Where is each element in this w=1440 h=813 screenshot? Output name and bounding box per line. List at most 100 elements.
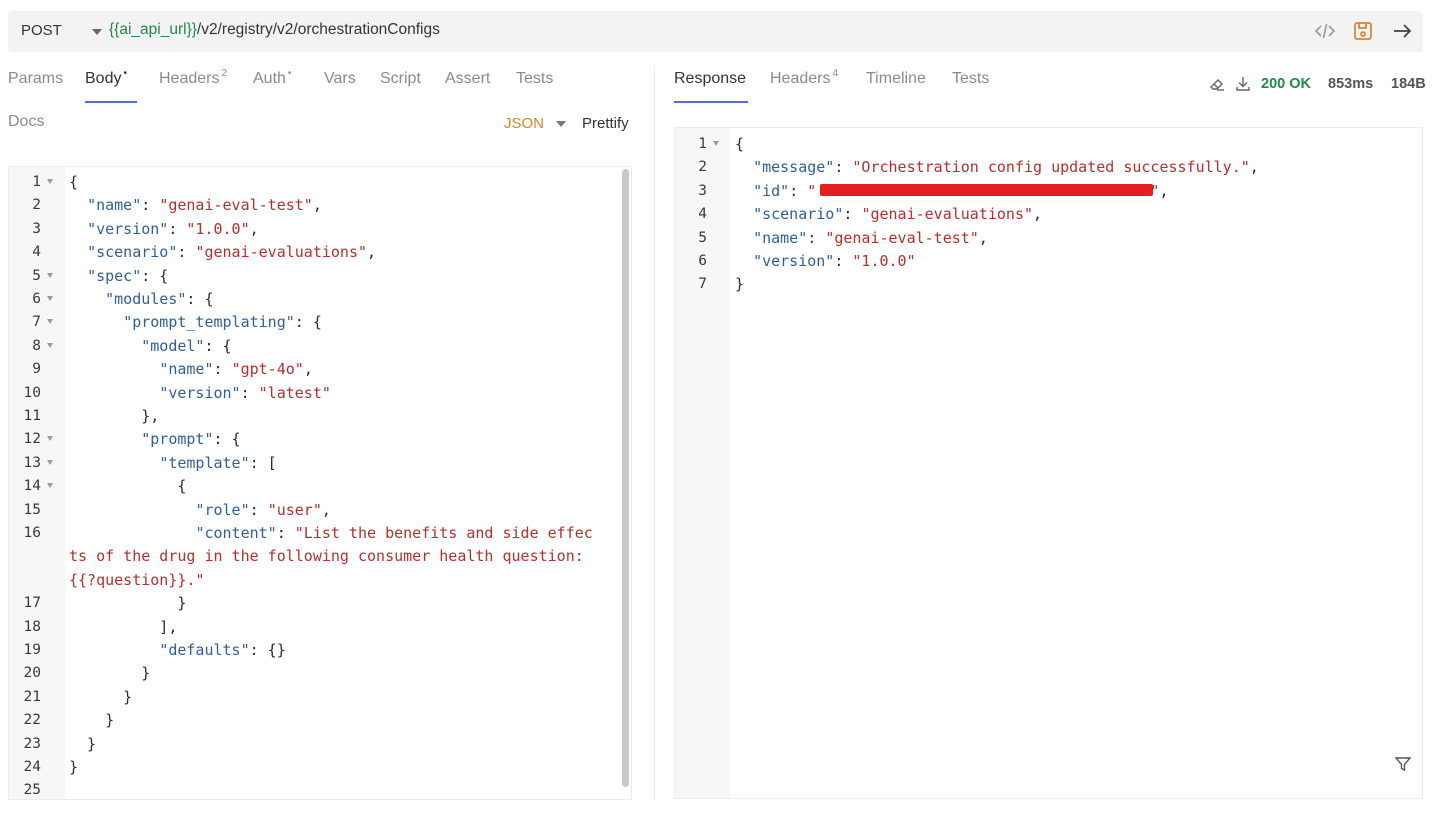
- line-number: 2: [32, 197, 41, 214]
- fold-toggle-icon[interactable]: [47, 319, 53, 325]
- json-punctuation: [69, 430, 141, 448]
- code-line: 15 "role": "user",: [9, 499, 631, 522]
- tab-response-tests[interactable]: Tests: [952, 70, 989, 88]
- json-punctuation: [69, 220, 87, 238]
- code-text: "defaults": {}: [69, 639, 285, 662]
- request-body-editor[interactable]: 1{2 "name": "genai-eval-test", 3 "version…: [8, 166, 632, 800]
- fold-toggle-icon[interactable]: [47, 483, 53, 489]
- line-number: 15: [23, 501, 41, 518]
- url-input[interactable]: {{ai_api_url}}/v2/registry/v2/orchestrat…: [109, 21, 440, 39]
- json-punctuation: [69, 313, 123, 331]
- json-punctuation: }: [69, 758, 79, 776]
- json-punctuation: [69, 641, 159, 659]
- json-punctuation: ,: [1033, 205, 1043, 224]
- code-line: 14 {: [9, 475, 631, 498]
- code-line: {{?question}}.": [9, 569, 631, 592]
- line-number: 10: [23, 384, 41, 401]
- json-punctuation: ,: [1159, 181, 1169, 200]
- eraser-icon[interactable]: [1208, 75, 1226, 93]
- json-punctuation: [69, 337, 141, 355]
- pane-divider[interactable]: [654, 66, 655, 799]
- code-icon[interactable]: [1314, 20, 1336, 42]
- code-text: "role": "user",: [69, 499, 331, 522]
- fold-toggle-icon[interactable]: [47, 272, 53, 278]
- tab-docs[interactable]: Docs: [8, 113, 44, 131]
- line-number: 22: [23, 712, 41, 729]
- code-text: }: [69, 709, 114, 732]
- line-number: 18: [23, 618, 41, 635]
- body-mode-select[interactable]: JSON: [504, 115, 544, 132]
- json-string: "Orchestration config updated successful…: [852, 158, 1250, 177]
- json-punctuation: [69, 501, 195, 519]
- code-line: 5 "spec": {: [9, 265, 631, 288]
- fold-toggle-icon[interactable]: [47, 296, 53, 301]
- json-punctuation: ,: [312, 196, 322, 215]
- save-icon[interactable]: [1352, 20, 1374, 42]
- code-text: "prompt": {: [69, 428, 241, 451]
- line-number: 17: [23, 595, 41, 612]
- line-number: 7: [32, 314, 41, 331]
- code-line: 20 }: [9, 662, 631, 685]
- json-punctuation: }: [735, 275, 745, 294]
- line-number: 12: [23, 431, 41, 448]
- line-number: 7: [698, 276, 707, 293]
- code-line: 17 }: [9, 592, 631, 615]
- json-key: "content": [195, 524, 277, 542]
- fold-toggle-icon[interactable]: [713, 141, 719, 146]
- editor-scrollbar[interactable]: [622, 169, 629, 787]
- json-punctuation: },: [69, 407, 160, 425]
- json-punctuation: [69, 243, 87, 261]
- tab-timeline[interactable]: Timeline: [866, 70, 926, 88]
- code-text: }: [69, 733, 96, 756]
- code-line: 13 "template": [: [9, 452, 631, 475]
- code-line: 7}: [675, 273, 1422, 296]
- json-string: "gpt-4o": [231, 360, 304, 379]
- json-key: "version": [159, 383, 241, 402]
- code-text: "model": {: [69, 335, 231, 358]
- chevron-down-icon[interactable]: [92, 29, 102, 35]
- code-line: 6 "modules": {: [9, 288, 631, 311]
- prettify-button[interactable]: Prettify: [582, 115, 629, 132]
- json-string: "genai-eval-test": [159, 196, 313, 215]
- json-punctuation: ,: [321, 500, 331, 519]
- active-tab-indicator: [674, 101, 748, 103]
- method-select[interactable]: POST: [21, 22, 62, 39]
- json-punctuation: :: [141, 196, 160, 215]
- tab-response[interactable]: Response: [674, 70, 746, 88]
- code-line: 24}: [9, 756, 631, 779]
- code-line: 1{: [675, 133, 1422, 156]
- response-size: 184B: [1391, 76, 1426, 92]
- code-text: "scenario": "genai-evaluations",: [69, 241, 376, 264]
- status-code: 200 OK: [1261, 76, 1311, 92]
- filter-icon[interactable]: [1394, 755, 1412, 773]
- fold-toggle-icon[interactable]: [47, 179, 53, 184]
- json-key: "name": [753, 228, 808, 247]
- line-number: 21: [23, 688, 41, 705]
- code-text: }: [69, 756, 78, 779]
- code-text: "name": "gpt-4o",: [69, 358, 313, 381]
- fold-toggle-icon[interactable]: [47, 459, 53, 465]
- json-punctuation: }: [69, 734, 97, 753]
- json-punctuation: : [: [249, 453, 277, 472]
- tab-response-headers[interactable]: Headers 4: [770, 68, 838, 88]
- response-body-viewer[interactable]: 1{2 "message": "Orchestration config upd…: [674, 127, 1423, 799]
- fold-toggle-icon[interactable]: [47, 436, 53, 442]
- line-number: 1: [698, 136, 707, 152]
- json-key: "prompt": [141, 430, 214, 449]
- arrow-right-icon[interactable]: [1391, 20, 1413, 42]
- fold-toggle-icon[interactable]: [47, 342, 53, 348]
- json-punctuation: [69, 196, 87, 214]
- code-text: "name": "genai-eval-test",: [735, 227, 988, 250]
- json-punctuation: :: [834, 158, 853, 177]
- json-punctuation: :: [177, 243, 196, 262]
- code-text: },: [69, 405, 159, 428]
- json-string: "1.0.0": [186, 219, 250, 238]
- download-icon[interactable]: [1234, 75, 1252, 93]
- json-punctuation: : {: [213, 430, 241, 449]
- json-punctuation: [69, 454, 159, 472]
- code-line: 2 "message": "Orchestration config updat…: [675, 156, 1422, 179]
- code-text: "name": "genai-eval-test",: [69, 194, 322, 217]
- chevron-down-icon[interactable]: [556, 121, 566, 127]
- line-number: 4: [32, 244, 41, 261]
- code-line: 23 }: [9, 733, 631, 756]
